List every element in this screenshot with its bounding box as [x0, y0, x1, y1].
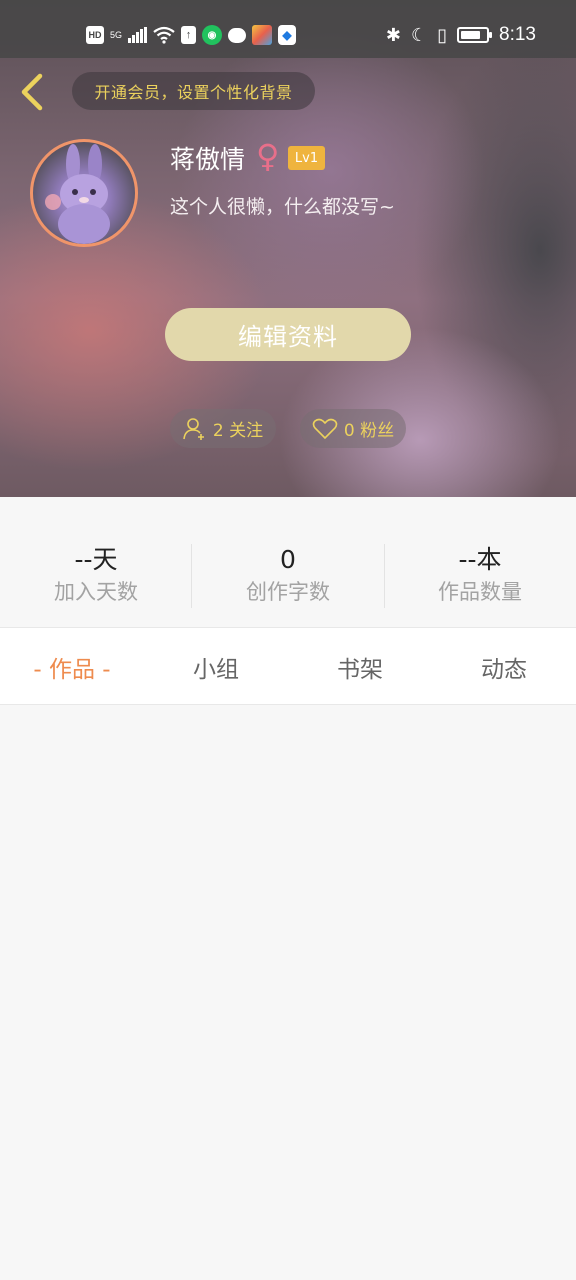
tab-activity[interactable]: 动态: [432, 628, 576, 706]
level-badge: Lv1: [288, 146, 325, 170]
tab-bookshelf[interactable]: 书架: [288, 628, 432, 706]
vibrate-icon: ▯: [437, 24, 448, 45]
signal-icon: [128, 27, 148, 43]
edit-profile-button[interactable]: 编辑资料: [165, 308, 411, 361]
wifi-icon: [153, 26, 175, 44]
status-bar-system: ✱ ☾ ▯ 8:13: [386, 24, 536, 46]
battery-icon: [457, 27, 493, 43]
stat-works-count: --本 作品数量: [384, 545, 576, 607]
status-bar-notifications: HD 5G ↑ ◉ ◆: [86, 22, 297, 48]
status-bar: HD 5G ↑ ◉ ◆ ✱ ☾ ▯ 8:13: [0, 0, 576, 58]
vip-background-banner[interactable]: 开通会员，设置个性化背景: [72, 72, 315, 110]
profile-name: 蒋傲情: [170, 145, 246, 174]
chat-app-icon: ◉: [202, 25, 223, 45]
female-icon: ♀: [256, 137, 280, 175]
shield-icon: ◆: [278, 25, 297, 45]
fans-button[interactable]: 0 粉丝: [300, 409, 406, 448]
tab-content: [0, 706, 576, 1280]
message-icon: [228, 27, 247, 43]
heart-icon: [312, 418, 338, 439]
tab-groups[interactable]: 小组: [144, 628, 288, 706]
upload-icon: ↑: [181, 26, 197, 44]
tab-works[interactable]: - 作品 -: [0, 628, 144, 706]
stat-join-days: --天 加入天数: [0, 545, 192, 607]
bluetooth-icon: ✱: [385, 24, 401, 45]
avatar[interactable]: [30, 139, 138, 247]
chevron-left-icon: [21, 73, 43, 111]
stats-strip: --天 加入天数 0 创作字数 --本 作品数量: [0, 497, 576, 627]
stat-value: --天: [74, 545, 118, 574]
profile-bio: 这个人很懒，什么都没写~: [170, 196, 395, 218]
profile-tabs: - 作品 - 小组 书架 动态: [0, 627, 576, 705]
status-time: 8:13: [499, 24, 536, 45]
fans-count: 0 粉丝: [343, 421, 395, 441]
stat-label: 加入天数: [54, 580, 138, 604]
app-icon: [252, 25, 273, 45]
avatar-image: [45, 144, 110, 244]
profile-header: HD 5G ↑ ◉ ◆ ✱ ☾ ▯ 8:13 开通会员，设置个性化背景 蒋傲情 …: [0, 0, 576, 497]
network-type: 5G: [110, 29, 123, 40]
following-count: 2 关注: [212, 421, 264, 441]
stat-label: 作品数量: [438, 580, 522, 604]
hd-icon: HD: [86, 26, 104, 44]
do-not-disturb-icon: ☾: [410, 24, 428, 45]
stat-value: 0: [280, 545, 296, 574]
following-button[interactable]: 2 关注: [170, 409, 276, 448]
back-button[interactable]: [14, 72, 48, 112]
add-user-icon: [183, 417, 204, 440]
stat-word-count: 0 创作字数: [192, 545, 384, 607]
stat-label: 创作字数: [246, 580, 330, 604]
stat-value: --本: [458, 545, 502, 574]
